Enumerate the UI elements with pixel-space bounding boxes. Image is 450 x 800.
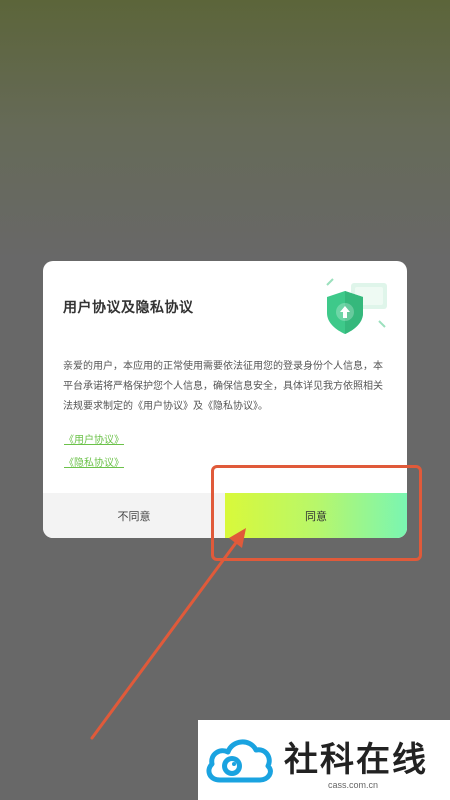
shield-upload-icon	[326, 278, 387, 334]
annotation-highlight-box	[211, 465, 422, 561]
disagree-button[interactable]: 不同意	[43, 493, 225, 538]
watermark-title: 社科在线	[284, 740, 428, 780]
watermark: 社科在线 cass.com.cn	[198, 720, 450, 800]
user-agreement-link[interactable]: 《用户协议》	[64, 431, 124, 446]
dialog-title: 用户协议及隐私协议	[63, 299, 194, 315]
privacy-agreement-link[interactable]: 《隐私协议》	[64, 454, 124, 469]
cloud-logo-icon	[206, 739, 273, 783]
dialog-body-text: 亲爱的用户，本应用的正常使用需要依法征用您的登录身份个人信息，本平台承诺将严格保…	[63, 361, 383, 412]
watermark-url: cass.com.cn	[328, 780, 379, 790]
